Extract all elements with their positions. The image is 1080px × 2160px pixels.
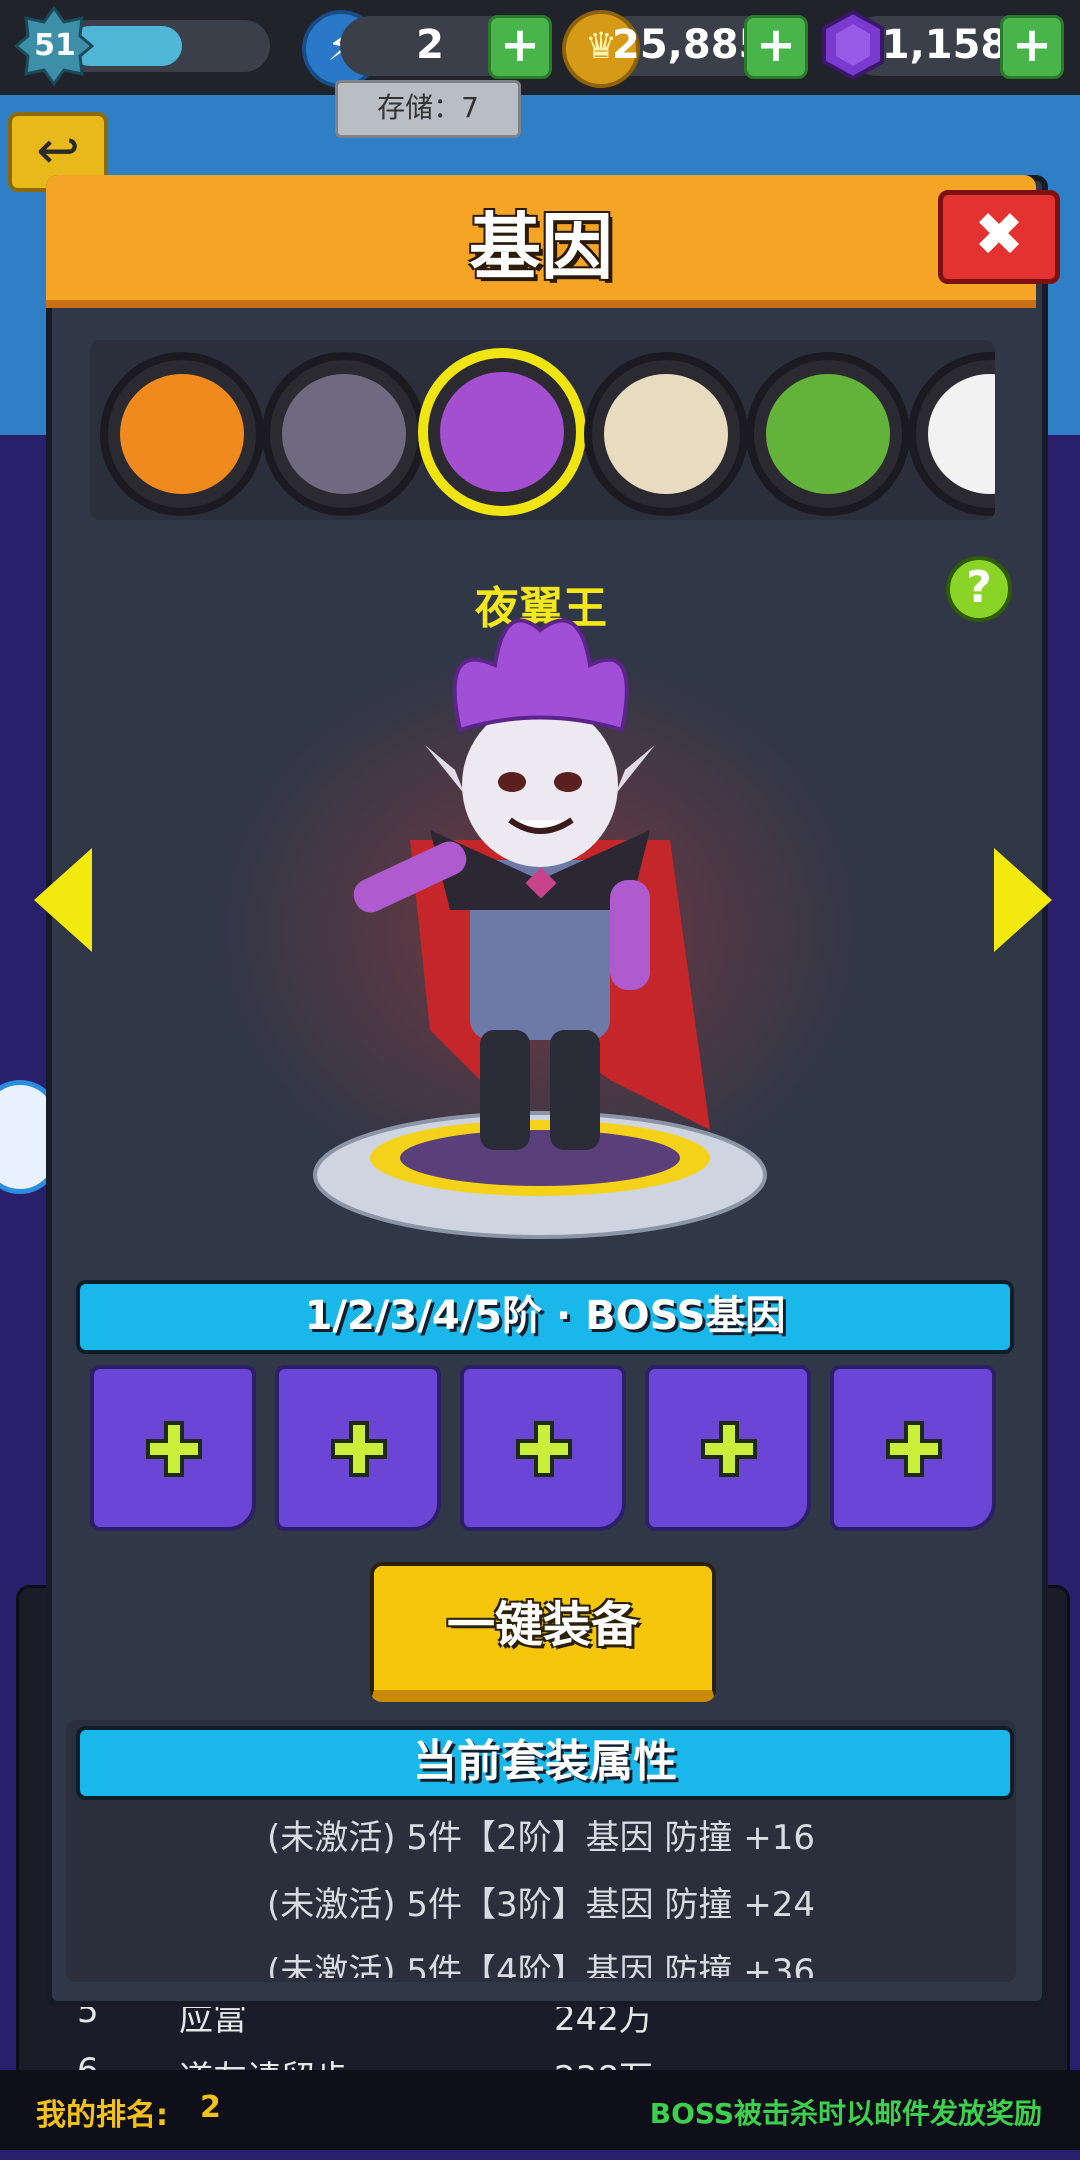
modal-title: 基因 [468,205,613,289]
energy-count: 2 [416,22,444,68]
gem-count: 1,158 [881,22,1009,68]
one-click-equip-button[interactable]: 一键装备 [370,1562,716,1702]
reward-note: BOSS被击杀时以邮件发放奖励 [649,2097,1042,2130]
add-energy-button[interactable]: + [488,15,552,79]
gene-slot-5[interactable] [830,1365,996,1531]
boss-portrait-pumpkin-witch[interactable] [100,352,264,516]
my-rank-value: 2 [200,2090,221,2125]
boss-portrait-gray-cat[interactable] [262,352,426,516]
gene-tier-banner: 1/2/3/4/5阶 · BOSS基因 [76,1280,1014,1354]
gray-cat-icon [282,374,406,494]
storage-tooltip: 存储：7 [335,80,521,138]
plus-icon [146,1421,202,1477]
gene-slot-3[interactable] [460,1365,626,1531]
mummy-icon [604,374,728,494]
purple-gem-icon [822,10,884,80]
plus-icon [886,1421,942,1477]
set-attributes-title: 当前套装属性 [76,1726,1014,1800]
add-gem-button[interactable]: + [1000,15,1064,79]
close-x-icon: ✖ [973,200,1025,270]
vampire-icon [440,372,564,492]
boss-portrait-mummy[interactable] [584,352,748,516]
plus-icon [701,1421,757,1477]
prev-boss-arrow-icon[interactable] [34,848,92,952]
vampire-character [313,618,767,1239]
set-attribute-line: (未激活) 5件【3阶】基因 防撞 +24 [267,1885,815,1925]
my-rank-label: 我的排名: [36,2098,168,2133]
plus-icon [331,1421,387,1477]
plus-icon [516,1421,572,1477]
boss-selector [90,340,995,520]
chicken-icon [928,374,995,494]
close-button[interactable]: ✖ [938,190,1060,284]
add-gold-button[interactable]: + [744,15,808,79]
gene-slot-4[interactable] [645,1365,811,1531]
pumpkin-witch-icon [120,374,244,494]
next-boss-arrow-icon[interactable] [994,848,1052,952]
boss-portrait-cactus[interactable] [746,352,910,516]
gold-count: 25,885 [612,22,767,68]
gene-slot-2[interactable] [275,1365,441,1531]
back-arrow-icon: ↩ [36,121,80,181]
set-attribute-line: (未激活) 5件【2阶】基因 防撞 +16 [267,1818,815,1858]
set-attribute-line: (未激活) 5件【4阶】基因 防撞 +36 [267,1952,815,1978]
level-number: 51 [34,28,76,63]
gene-slot-1[interactable] [90,1365,256,1531]
cactus-icon [766,374,890,494]
boss-portrait-chicken[interactable] [908,352,995,516]
boss-portrait-vampire[interactable] [418,348,586,516]
